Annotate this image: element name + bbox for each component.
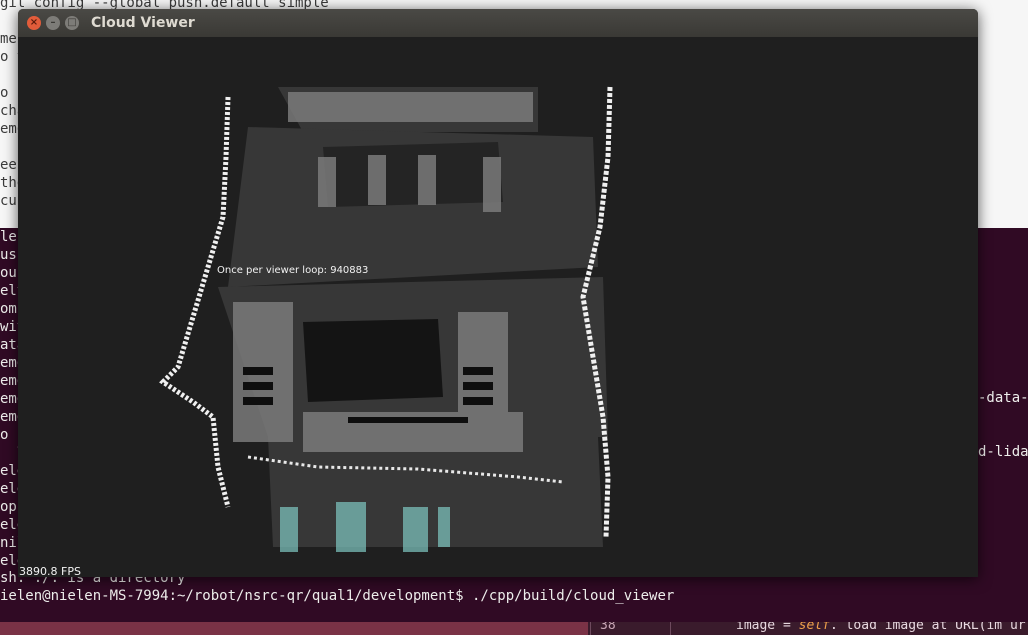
window-titlebar[interactable]: × – □ Cloud Viewer [18,9,978,38]
window-title: Cloud Viewer [91,15,195,31]
editor-strip: 38 image = self. load image at URL(im ur [0,622,1028,635]
editor-code-rest: . load image at URL(im ur [829,622,1026,633]
fps-counter: 3890.8 FPS [19,565,81,577]
terminal-right-fragment-1: -data- [978,390,1028,406]
editor-code-line[interactable]: image = self. load image at URL(im ur [736,622,1026,633]
cloud-viewer-window[interactable]: × – □ Cloud Viewer Once per viewer loop:… [18,9,978,577]
maximize-button[interactable]: □ [65,16,79,30]
editor-line-number: 38 [600,622,616,633]
point-cloud-viewport[interactable]: Once per viewer loop: 940883 3890.8 FPS [18,37,978,577]
editor-code-prefix: image = [736,622,799,633]
editor-left-panel [0,622,588,635]
viewer-loop-counter: Once per viewer loop: 940883 [217,265,369,276]
terminal-fragment-purple: op [0,499,17,515]
editor-code-keyword: self [798,622,830,633]
terminal-fragment-light: ee [0,157,17,173]
editor-divider [590,622,591,635]
terminal-right-fragment-2: d-lida [978,444,1028,460]
point-cloud-render [159,86,613,552]
terminal-prompt-line[interactable]: ielen@nielen-MS-7994:~/robot/nsrc-qr/qua… [0,588,674,604]
minimize-button[interactable]: – [46,16,60,30]
editor-gutter-line [670,622,671,635]
close-button[interactable]: × [27,16,41,30]
